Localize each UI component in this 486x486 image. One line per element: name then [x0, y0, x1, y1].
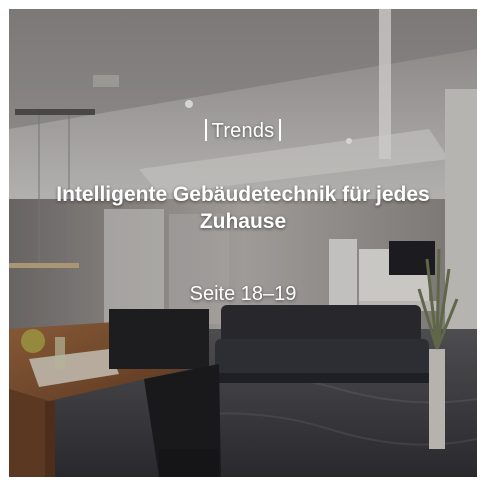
category-divider — [279, 119, 282, 141]
category-text: Trends — [211, 120, 275, 142]
page-reference: Seite 18–19 — [189, 283, 297, 305]
teaser-headline[interactable]: Intelligente Gebäudetechnik für jedes Zu… — [29, 181, 457, 235]
photo-overlay — [9, 9, 477, 477]
category-divider — [204, 119, 207, 141]
teaser-card[interactable]: Trends Intelligente Gebäudetechnik für j… — [9, 9, 477, 477]
category-label: Trends — [9, 119, 477, 143]
